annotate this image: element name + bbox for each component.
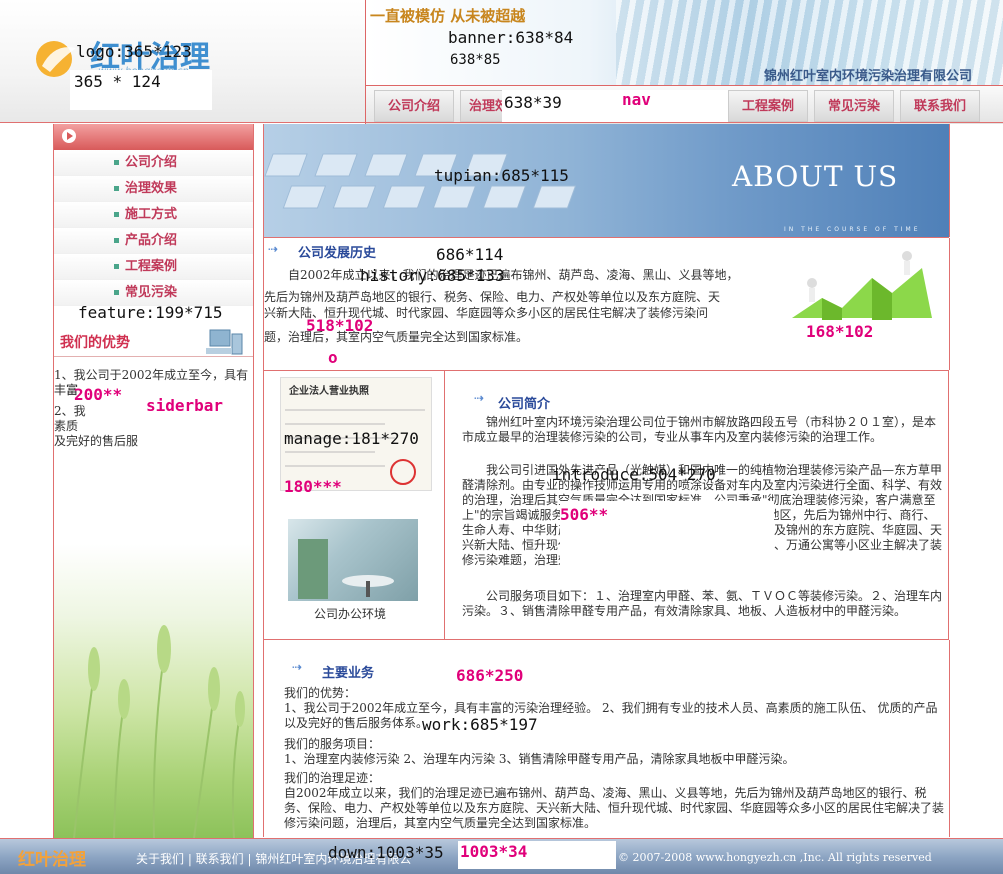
sidebar: 公司介绍 治理效果 施工方式 产品介绍 工程案例 常见污染 feature:19… xyxy=(53,124,254,838)
sidebar-item-label: 产品介绍 xyxy=(125,233,178,248)
logo-area[interactable]: 红叶治理 www.hongyezh.cn logo:365*123 365 * … xyxy=(0,0,365,123)
intro-size: 506** xyxy=(560,505,609,524)
advantage-divider xyxy=(54,356,253,357)
manage-size: 180*** xyxy=(284,477,342,496)
footer: 红叶治理 关于我们 | 联系我们 | 锦州红叶室内环境治理有限公 down:10… xyxy=(0,838,1003,874)
manage-size-label: manage:181*270 xyxy=(284,429,419,448)
nav-item-label: 常见污染 xyxy=(827,99,880,114)
sidebar-item-label: 公司介绍 xyxy=(125,155,178,170)
office-caption: 公司办公环境 xyxy=(314,607,387,621)
history-size-b: 168*102 xyxy=(806,322,874,341)
history-line-1: 自2002年成立以来，我们的治理足迹已遍布锦州、葫芦岛、凌海、黑山、义县等地， xyxy=(288,268,739,282)
work-heading-3: 我们的治理足迹： xyxy=(284,771,381,785)
sidebar-item-label: 工程案例 xyxy=(125,259,178,274)
slogan: 一直被模仿 从未被超越 xyxy=(370,7,526,25)
sidebar-item-effect[interactable]: 治理效果 xyxy=(54,176,253,202)
logo-dim-label: 365 * 124 xyxy=(74,72,161,91)
footer-size-label: down:1003*35 xyxy=(328,843,444,862)
square-bullet-icon xyxy=(114,238,119,243)
work-size-label: work:685*197 xyxy=(422,715,538,734)
play-circle-icon xyxy=(62,129,76,143)
nav-item-pollution[interactable]: 常见污染 xyxy=(814,90,894,122)
history-line-2: 先后为锦州及葫芦岛地区的银行、税务、保险、电力、产权处等单位以及东方庭院、天 xyxy=(264,290,721,304)
work-text-1: 1、我公司于2002年成立至今，具有丰富的污染治理经验。 2、我们拥有专业的技术… xyxy=(284,701,938,730)
sidebar-size-label: 200** xyxy=(74,385,123,404)
sidebar-item-method[interactable]: 施工方式 xyxy=(54,202,253,228)
square-bullet-icon xyxy=(114,212,119,217)
nav-item-label: 联系我们 xyxy=(913,99,966,114)
nav-item-contact[interactable]: 联系我们 xyxy=(900,90,980,122)
header: 红叶治理 www.hongyezh.cn logo:365*123 365 * … xyxy=(0,0,1003,124)
square-bullet-icon xyxy=(114,264,119,269)
office-photo[interactable] xyxy=(288,519,418,601)
company-name: 锦州红叶室内环境污染治理有限公司 xyxy=(764,69,973,84)
history-mark: o xyxy=(328,348,338,367)
license-title: 企业法人营业执照 xyxy=(289,386,369,397)
advantage-text-3: 素质 xyxy=(54,419,79,433)
work-text-2: 1、治理室内装修污染 2、治理车内污染 3、销售清除甲醛专用产品，清除家具地板中… xyxy=(284,752,795,766)
footer-copyright: © 2007-2008 www.hongyezh.cn ,Inc. All ri… xyxy=(618,851,932,864)
history-size-label: history:685*133 xyxy=(360,266,505,285)
banner: 一直被模仿 从未被超越 banner:638*84 638*85 锦州红叶室内环… xyxy=(365,0,1003,85)
sidebar-item-products[interactable]: 产品介绍 xyxy=(54,228,253,254)
square-bullet-icon xyxy=(114,186,119,191)
arrow-icon: ⇢ xyxy=(268,242,279,256)
banner-dim-label: 638*85 xyxy=(450,52,501,68)
nav-label: nav xyxy=(622,90,651,109)
header-divider xyxy=(0,122,1003,123)
history-dim-label: 686*114 xyxy=(436,245,504,264)
intro-size-label: introduce:504*270 xyxy=(552,465,716,484)
growth-chart-image: 168*102 xyxy=(782,238,950,342)
tupian-size-label: tupian:685*115 xyxy=(434,166,569,185)
about-us-title: ABOUT US xyxy=(732,160,899,193)
wheat-field-image xyxy=(54,544,253,838)
work-text-3: 自2002年成立以来，我们的治理足迹已遍布锦州、葫芦岛、凌海、黑山、义县等地，先… xyxy=(284,786,945,830)
work-title: 主要业务 xyxy=(322,666,375,681)
computer-icon xyxy=(206,328,246,356)
siderbar-label: siderbar xyxy=(146,396,224,415)
sidebar-item-label: 治理效果 xyxy=(125,181,178,196)
sidebar-item-label: 施工方式 xyxy=(125,207,178,222)
work-heading-2: 我们的服务项目： xyxy=(284,737,381,751)
history-section: ⇢ 公司发展历史 686*114 自2002年成立以来，我们的治理足迹已遍布锦州… xyxy=(263,238,950,370)
sidebar-item-about[interactable]: 公司介绍 xyxy=(54,150,253,176)
nav-item-about[interactable]: 公司介绍 xyxy=(374,90,454,122)
advantage-text-2: 2、我 xyxy=(54,404,86,418)
footer-size: 1003*34 xyxy=(460,842,528,861)
intro-p1: 锦州红叶室内环境污染治理公司位于锦州市解放路四段五号（市科协２０１室），是本市成… xyxy=(462,415,937,444)
square-bullet-icon xyxy=(114,290,119,295)
square-bullet-icon xyxy=(114,160,119,165)
history-size-a: 518*102 xyxy=(306,316,374,335)
banner-size-label: banner:638*84 xyxy=(448,28,574,47)
sidebar-item-label: 常见污染 xyxy=(125,285,178,300)
nav-item-label: 公司介绍 xyxy=(387,99,440,114)
intro-p3: 公司服务项目如下：１、治理室内甲醛、苯、氨、ＴＶＯＣ等装修污染。２、治理车内污染… xyxy=(462,589,943,618)
sidebar-menu: 公司介绍 治理效果 施工方式 产品介绍 工程案例 常见污染 xyxy=(54,150,253,306)
nav-item-label: 工程案例 xyxy=(741,99,794,114)
nav-item-cases[interactable]: 工程案例 xyxy=(728,90,808,122)
about-banner: tupian:685*115 ABOUT US IN THE COURSE OF… xyxy=(263,124,950,237)
nav-bar: 公司介绍 治理效果 638*39 nav 工程案例 常见污染 联系我们 xyxy=(365,85,1003,124)
nav-size-label: 638*39 xyxy=(504,93,562,112)
feature-size-label: feature:199*715 xyxy=(78,303,223,322)
sidebar-header xyxy=(54,124,253,150)
work-size: 686*250 xyxy=(456,666,524,685)
arrow-icon: ⇢ xyxy=(474,391,485,405)
footer-logo: 红叶治理 xyxy=(18,850,86,870)
arrow-icon: ⇢ xyxy=(292,660,303,674)
work-section: ⇢ 主要业务 686*250 我们的优势： 1、我公司于2002年成立至今，具有… xyxy=(263,640,950,837)
about-us-subtitle: IN THE COURSE OF TIME xyxy=(784,226,921,233)
history-title: 公司发展历史 xyxy=(298,246,377,261)
sidebar-item-cases[interactable]: 工程案例 xyxy=(54,254,253,280)
intro-title: 公司简介 xyxy=(498,397,551,412)
logo-size-label: logo:365*123 xyxy=(76,42,192,61)
advantage-text-4: 及完好的售后服 xyxy=(54,434,139,448)
intro-section: ⇢ 公司简介 锦州红叶室内环境污染治理公司位于锦州市解放路四段五号（市科协２０１… xyxy=(444,371,949,639)
work-heading-1: 我们的优势： xyxy=(284,686,357,700)
manage-section: 企业法人营业执照 manage:181*270 180*** 公司办公环境 xyxy=(263,371,445,639)
advantage-title: 我们的优势 xyxy=(60,335,130,351)
